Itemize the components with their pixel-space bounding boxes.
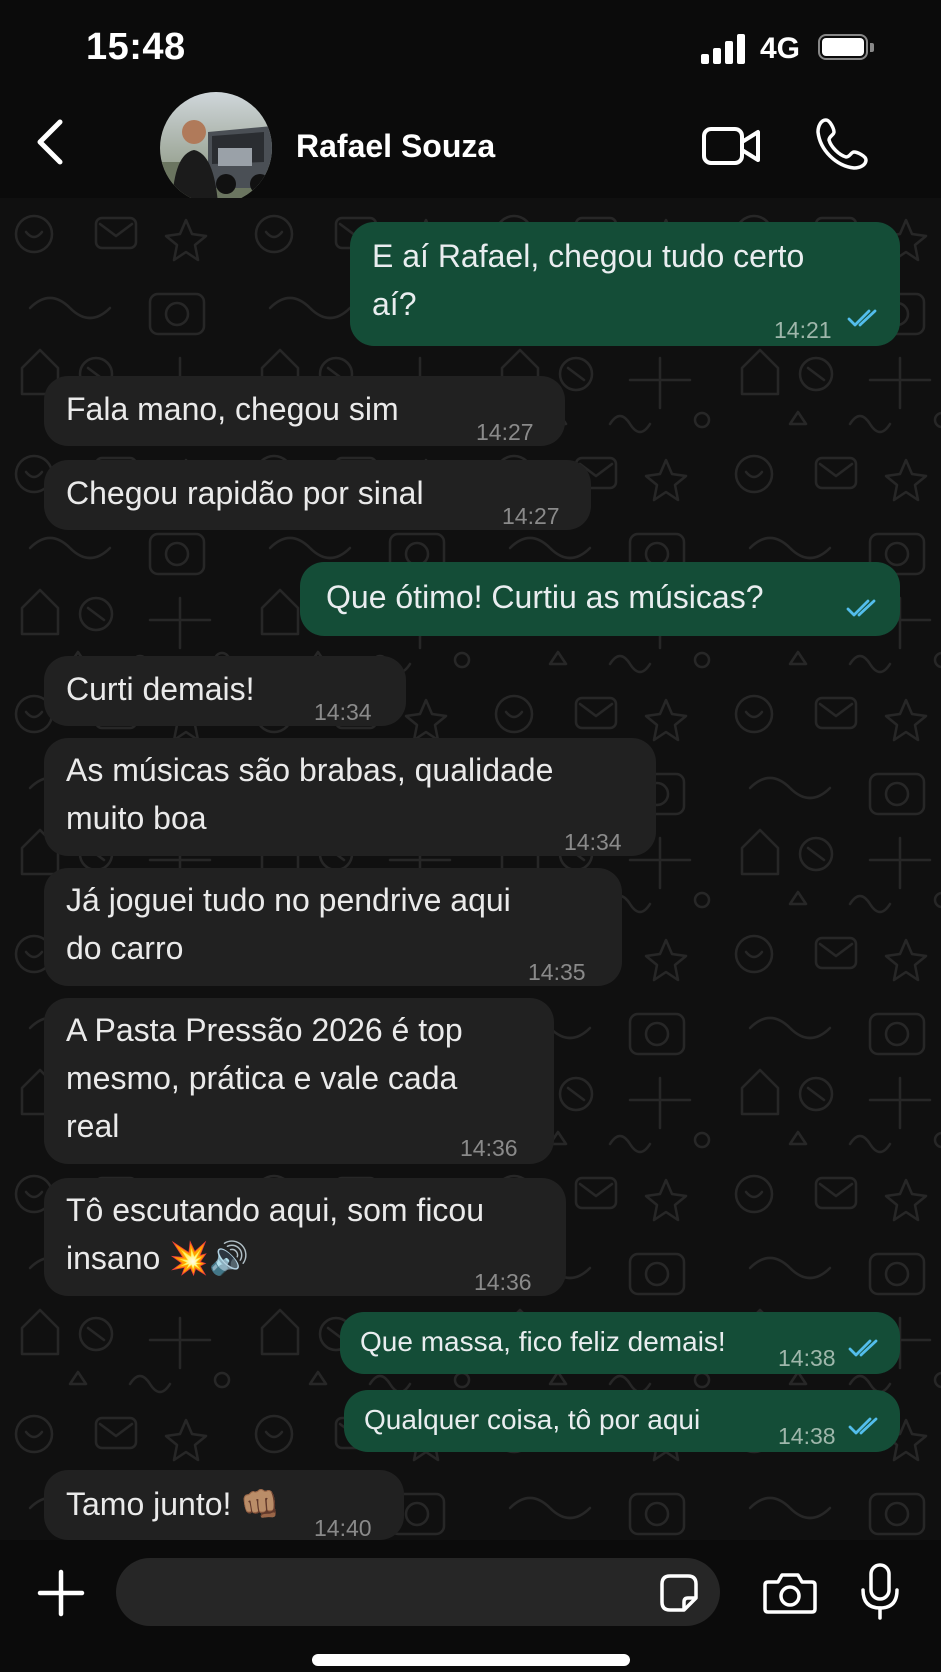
message-text: mesmo, prática e vale cada [66,1060,458,1096]
read-receipt-icon [847,309,877,327]
message-time: 14:36 [460,1135,518,1161]
message-time: 14:38 [778,1423,836,1449]
message-bubble-incoming[interactable]: A Pasta Pressão 2026 é top mesmo, prátic… [44,998,554,1164]
message-text: Curti demais! [66,671,255,707]
message-bubble-outgoing[interactable]: Que ótimo! Curtiu as músicas? [300,562,900,636]
message-text: As músicas são brabas, qualidade [66,752,554,788]
message-text: real [66,1108,120,1144]
message-time: 14:38 [778,1345,836,1371]
phone-icon [816,118,868,170]
message-text: Fala mano, chegou sim [66,391,399,427]
voice-call-button[interactable] [814,116,870,172]
network-type: 4G [760,32,801,65]
message-text: muito boa [66,800,207,836]
read-receipt-icon [846,599,876,617]
message-bubble-outgoing[interactable]: Que massa, fico feliz demais! 14:38 [340,1312,900,1374]
message-text: A Pasta Pressão 2026 é top [66,1012,463,1048]
message-input[interactable] [116,1558,720,1626]
message-text: Qualquer coisa, tô por aqui [364,1404,701,1435]
message-time: 14:21 [774,317,832,343]
chat-area[interactable]: E aí Rafael, chegou tudo certo aí? 14:21… [0,198,941,1540]
contact-name[interactable]: Rafael Souza [296,128,495,165]
camera-icon [763,1573,817,1614]
message-text: Já joguei tudo no pendrive aqui [66,882,511,918]
message-time: 14:34 [564,829,622,855]
message-bubble-incoming[interactable]: Fala mano, chegou sim 14:27 [44,376,565,446]
message-text: Tô escutando aqui, som ficou [66,1192,485,1228]
battery-icon [818,34,874,62]
message-bubble-incoming[interactable]: Tô escutando aqui, som ficou insano 💥🔊 1… [44,1178,566,1296]
message-text: do carro [66,930,184,966]
microphone-button[interactable] [858,1562,902,1622]
message-time: 14:27 [502,503,560,529]
sticker-button[interactable] [656,1570,702,1616]
message-text: Tamo junto! 👊🏽 [66,1486,281,1522]
message-time: 14:34 [314,699,372,725]
chat-header: Rafael Souza [0,92,941,204]
status-time: 15:48 [86,26,186,68]
message-bubble-incoming[interactable]: Chegou rapidão por sinal 14:27 [44,460,591,530]
message-time: 14:36 [474,1269,532,1295]
back-button[interactable] [26,112,76,172]
message-bubble-incoming[interactable]: Tamo junto! 👊🏽 14:40 [44,1470,404,1540]
input-bar [0,1540,941,1672]
camera-button[interactable] [762,1570,818,1616]
message-time: 14:35 [528,959,586,985]
message-text: E aí Rafael, chegou tudo certo [372,238,805,274]
home-indicator[interactable] [312,1654,630,1666]
message-time: 14:40 [314,1515,372,1540]
signal-strength-icon [701,34,749,64]
plus-icon [37,1569,85,1617]
read-receipt-icon [848,1417,878,1435]
message-time: 14:27 [476,419,534,445]
message-text: insano 💥🔊 [66,1240,249,1276]
status-bar: 15:48 4G [0,0,941,100]
chevron-left-icon [37,119,63,165]
attach-button[interactable] [36,1568,86,1618]
message-bubble-incoming[interactable]: Já joguei tudo no pendrive aqui do carro… [44,868,622,986]
video-call-button[interactable] [700,122,764,170]
message-bubble-incoming[interactable]: As músicas são brabas, qualidade muito b… [44,738,656,856]
message-text: aí? [372,286,417,322]
message-text: Chegou rapidão por sinal [66,475,424,511]
read-receipt-icon [848,1339,878,1357]
avatar[interactable] [160,92,272,204]
message-bubble-incoming[interactable]: Curti demais! 14:34 [44,656,406,726]
message-text: Que ótimo! Curtiu as músicas? [326,579,764,615]
message-bubble-outgoing[interactable]: Qualquer coisa, tô por aqui 14:38 [344,1390,900,1452]
message-text: Que massa, fico feliz demais! [360,1326,726,1357]
video-camera-icon [702,127,760,165]
message-bubble-outgoing[interactable]: E aí Rafael, chegou tudo certo aí? 14:21 [350,222,900,346]
sticker-icon [660,1574,698,1612]
microphone-icon [861,1563,899,1620]
